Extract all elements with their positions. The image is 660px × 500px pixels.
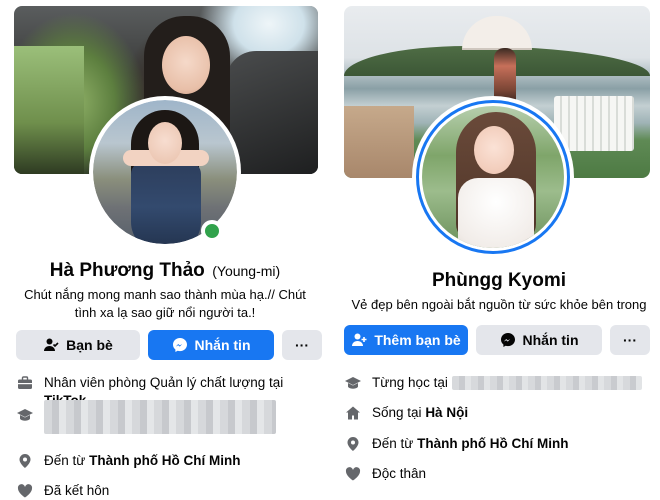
intro-from-text: Đến từ Thành phố Hồ Chí Minh xyxy=(44,452,241,470)
profile-bio: Vẻ đẹp bên ngoài bắt nguồn từ sức khỏe b… xyxy=(351,297,647,312)
intro-item-from: Đến từ Thành phố Hồ Chí Minh xyxy=(344,428,654,459)
card-divider xyxy=(330,0,338,500)
bio-line: Chút nắng mong manh sao thành mùa hạ.// … xyxy=(24,287,306,302)
intro-relationship-text: Đã kết hôn xyxy=(44,483,110,498)
intro-item-education: Từng học tại xyxy=(344,368,654,398)
intro-item-work: Nhân viên phòng Quản lý chất lượng tại T… xyxy=(16,374,316,408)
message-button-label: Nhắn tin xyxy=(194,337,251,353)
messenger-icon xyxy=(500,332,516,348)
message-button-label: Nhắn tin xyxy=(522,332,579,348)
profile-intro-list: Nhân viên phòng Quản lý chất lượng tại T… xyxy=(16,374,316,500)
more-dots-icon: ··· xyxy=(623,332,637,348)
location-pin-icon xyxy=(16,452,34,470)
friend-check-icon xyxy=(43,337,59,353)
briefcase-icon xyxy=(16,374,34,392)
profile-actions: Thêm bạn bè Nhắn tin ··· xyxy=(344,325,650,355)
more-dots-icon: ··· xyxy=(295,337,309,353)
profile-avatar[interactable] xyxy=(412,96,574,258)
message-button[interactable]: Nhắn tin xyxy=(148,330,274,360)
from-place-link[interactable]: Thành phố Hồ Chí Minh xyxy=(417,436,568,451)
add-friend-button-label: Thêm bạn bè xyxy=(374,332,461,348)
profile-intro-list: Từng học tại Sống tại Hà Nội Đến từ Thàn… xyxy=(344,368,654,489)
profile-card-left: Hà Phương Thảo (Young-mi) Chút nắng mong… xyxy=(0,0,330,500)
redacted-education xyxy=(44,400,276,434)
heart-icon xyxy=(16,482,34,500)
intro-item-lives: Sống tại Hà Nội xyxy=(344,398,654,428)
intro-relationship-text: Độc thân xyxy=(372,466,427,481)
intro-lives-text: Sống tại Hà Nội xyxy=(372,404,468,422)
graduation-cap-icon xyxy=(16,406,34,424)
intro-item-relationship: Độc thân xyxy=(344,459,654,489)
profile-name-line: Hà Phương Thảo (Young-mi) xyxy=(0,260,330,282)
profile-name-line: Phùngg Kyomi xyxy=(338,270,660,292)
story-ring xyxy=(416,100,570,254)
friends-button[interactable]: Bạn bè xyxy=(16,330,140,360)
work-prefix: Nhân viên phòng Quản lý chất lượng tại xyxy=(44,375,284,390)
profile-name: Phùngg Kyomi xyxy=(431,270,567,291)
intro-item-education xyxy=(16,400,316,452)
profile-bio: Chút nắng mong manh sao thành mùa hạ.// … xyxy=(10,286,320,322)
intro-item-from: Đến từ Thành phố Hồ Chí Minh xyxy=(16,452,316,482)
heart-icon xyxy=(344,465,362,483)
intro-studied-text: Từng học tại xyxy=(372,374,642,392)
friends-button-label: Bạn bè xyxy=(66,337,113,353)
profile-card-right: Phùngg Kyomi Vẻ đẹp bên ngoài bắt nguồn … xyxy=(338,0,660,500)
profile-alternate-name: (Young-mi) xyxy=(212,263,281,279)
profile-actions: Bạn bè Nhắn tin ··· xyxy=(16,330,322,360)
more-options-button[interactable]: ··· xyxy=(610,325,650,355)
studied-prefix: Từng học tại xyxy=(372,375,448,390)
messenger-icon xyxy=(172,337,188,353)
location-pin-icon xyxy=(344,435,362,453)
message-button[interactable]: Nhắn tin xyxy=(476,325,602,355)
from-prefix: Đến từ xyxy=(44,453,86,468)
from-prefix: Đến từ xyxy=(372,435,414,451)
lives-place-link[interactable]: Hà Nội xyxy=(425,405,468,420)
add-friend-icon xyxy=(351,332,367,348)
online-status-indicator xyxy=(201,220,223,242)
intro-item-relationship: Đã kết hôn xyxy=(16,482,316,500)
redacted-school xyxy=(451,376,642,391)
home-icon xyxy=(344,404,362,422)
lives-prefix: Sống tại xyxy=(372,405,422,420)
from-place-link[interactable]: Thành phố Hồ Chí Minh xyxy=(89,453,240,468)
profile-name: Hà Phương Thảo xyxy=(49,260,205,281)
graduation-cap-icon xyxy=(344,374,362,392)
bio-line: tình xa lạ sao giữ nổi người ta.! xyxy=(74,305,256,320)
more-options-button[interactable]: ··· xyxy=(282,330,322,360)
add-friend-button[interactable]: Thêm bạn bè xyxy=(344,325,468,355)
intro-from-text: Đến từ Thành phố Hồ Chí Minh xyxy=(372,435,569,453)
